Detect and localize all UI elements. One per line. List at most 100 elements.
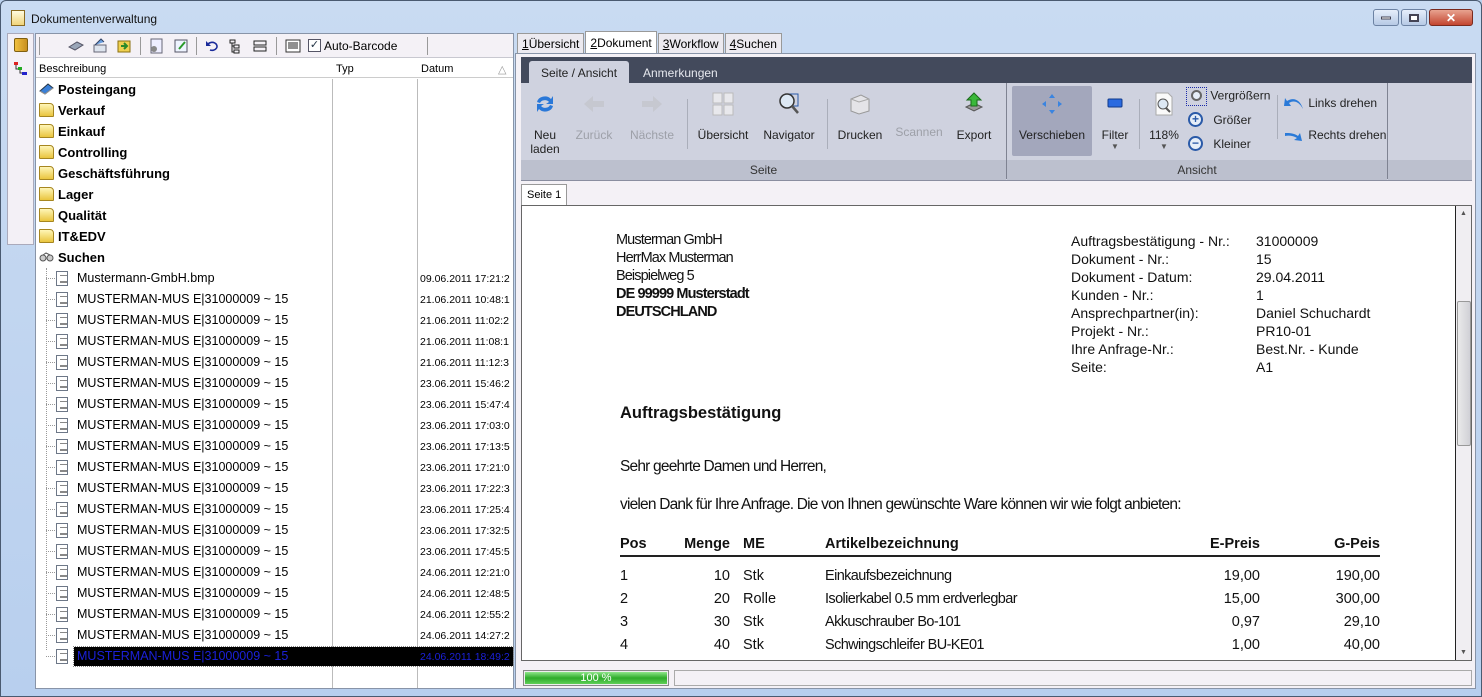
back-button[interactable]: Zurück [571, 87, 617, 142]
ribbon-tab-seite-ansicht[interactable]: Seite / Ansicht [529, 61, 630, 83]
tree-document-row[interactable]: MUSTERMAN-MUS E|31000009 ~ 15 23.06.2011 … [36, 436, 513, 457]
zoom-fit-button[interactable]: Vergrößern [1186, 87, 1270, 106]
tree-document-row[interactable]: MUSTERMAN-MUS E|31000009 ~ 15 24.06.2011 … [36, 646, 514, 667]
barcode-icon[interactable] [285, 38, 301, 54]
tree-document-row[interactable]: MUSTERMAN-MUS E|31000009 ~ 15 23.06.2011 … [36, 457, 513, 478]
page-tab-seite-1[interactable]: Seite 1 [521, 184, 568, 205]
move-button[interactable]: Verschieben [1012, 86, 1092, 156]
tab-uebersicht[interactable]: 1Übersicht [517, 33, 585, 53]
tree-collapse-icon[interactable] [252, 38, 268, 54]
folder-import-icon[interactable] [116, 38, 132, 54]
reload-button[interactable]: Neu laden [527, 87, 563, 156]
tree-document-row[interactable]: Mustermann-GmbH.bmp 09.06.2011 17:21:2 [36, 268, 513, 289]
table-cell: Stk [743, 568, 764, 584]
tree-document-row[interactable]: MUSTERMAN-MUS E|31000009 ~ 15 24.06.2011 … [36, 604, 513, 625]
exit-door-icon[interactable] [14, 38, 28, 52]
tree-document-row[interactable]: MUSTERMAN-MUS E|31000009 ~ 15 24.06.2011 … [36, 562, 513, 583]
column-header: Pos [620, 536, 647, 552]
table-cell: Stk [743, 660, 764, 661]
meta-value: 29.04.2011 [1256, 269, 1326, 285]
inbox-scanner-icon [39, 83, 54, 95]
tab-suchen[interactable]: 4Suchen [724, 33, 782, 53]
next-button[interactable]: Nächste [625, 87, 679, 142]
tree-folder-posteingang[interactable]: Posteingang [36, 79, 513, 100]
items-table-row: 3 30 Stk Akkuschrauber Bo-101 0,97 29,10 [620, 611, 1380, 634]
meta-value: 1 [1256, 287, 1264, 303]
tree-document-row[interactable]: MUSTERMAN-MUS E|31000009 ~ 15 24.06.2011 … [36, 625, 513, 646]
filter-button[interactable]: Filter ▼ [1097, 87, 1133, 151]
tree-expand-icon[interactable] [228, 38, 244, 54]
scan-document-icon[interactable] [92, 38, 108, 54]
tab-workflow[interactable]: 3Workflow [657, 33, 724, 53]
meta-key: Seite: [1071, 359, 1107, 375]
meta-key: Dokument - Datum: [1071, 269, 1193, 285]
document-icon [56, 397, 68, 412]
export-button[interactable]: Export [953, 87, 995, 142]
auto-barcode-checkbox[interactable]: ✓ [308, 39, 321, 52]
ribbon-tab-anmerkungen[interactable]: Anmerkungen [631, 61, 730, 83]
table-cell: 1,00 [1160, 660, 1260, 661]
tree-document-row[interactable]: MUSTERMAN-MUS E|31000009 ~ 15 21.06.2011 … [36, 310, 513, 331]
tree-document-row[interactable]: MUSTERMAN-MUS E|31000009 ~ 15 23.06.2011 … [36, 520, 513, 541]
zoom-out-button[interactable]: − Kleiner [1186, 135, 1251, 155]
vertical-scrollbar[interactable]: ▲ ▼ [1455, 206, 1471, 660]
rotate-left-icon [1284, 97, 1303, 109]
tree-folder-lager[interactable]: Lager [36, 184, 513, 205]
scan-button[interactable]: Scannen [893, 87, 945, 139]
tree-document-row[interactable]: MUSTERMAN-MUS E|31000009 ~ 15 23.06.2011 … [36, 373, 513, 394]
tree-structure-icon[interactable] [14, 62, 28, 76]
tree-folder-it-edv[interactable]: IT&EDV [36, 226, 513, 247]
zoom-in-icon: + [1186, 111, 1207, 131]
tree-document-row[interactable]: MUSTERMAN-MUS E|31000009 ~ 15 21.06.2011 … [36, 352, 513, 373]
edit-document-icon[interactable] [173, 38, 189, 54]
magnifier-icon [1186, 87, 1207, 106]
document-icon [56, 418, 68, 433]
document-icon [56, 502, 68, 517]
tree-document-row[interactable]: MUSTERMAN-MUS E|31000009 ~ 15 23.06.2011 … [36, 415, 513, 436]
print-button[interactable]: Drucken [835, 87, 885, 142]
document-heading: Auftragsbestätigung [620, 404, 782, 422]
document-icon [56, 271, 68, 286]
navigator-button[interactable]: Navigator [759, 87, 819, 142]
scrollbar-thumb[interactable] [1457, 301, 1471, 446]
table-cell: 30 [713, 614, 730, 630]
tree-folder-suchen[interactable]: Suchen [36, 247, 513, 268]
overview-button[interactable]: Übersicht [695, 87, 751, 142]
tree-folder-qualität[interactable]: Qualität [36, 205, 513, 226]
folder-icon [39, 145, 54, 159]
rotate-left-button[interactable]: Links drehen [1283, 96, 1377, 111]
folder-icon [39, 229, 54, 243]
tree-folder-verkauf[interactable]: Verkauf [36, 100, 513, 121]
document-viewer[interactable]: Musterman GmbH HerrMax Musterman Beispie… [521, 205, 1472, 661]
view-document-icon[interactable] [148, 38, 164, 54]
tree-document-row[interactable]: MUSTERMAN-MUS E|31000009 ~ 15 23.06.2011 … [36, 478, 513, 499]
undo-icon[interactable] [204, 38, 220, 54]
tree-folder-controlling[interactable]: Controlling [36, 142, 513, 163]
scanner-icon[interactable] [68, 38, 84, 54]
column-typ[interactable]: Typ [336, 63, 354, 75]
tree-document-row[interactable]: MUSTERMAN-MUS E|31000009 ~ 15 21.06.2011 … [36, 331, 513, 352]
minimize-button[interactable] [1373, 9, 1399, 26]
tree-folder-geschäftsführung[interactable]: Geschäftsführung [36, 163, 513, 184]
tree-folder-einkauf[interactable]: Einkauf [36, 121, 513, 142]
maximize-button[interactable] [1401, 9, 1427, 26]
tree-document-row[interactable]: MUSTERMAN-MUS E|31000009 ~ 15 23.06.2011 … [36, 541, 513, 562]
binoculars-icon [39, 252, 54, 262]
rotate-right-button[interactable]: Rechts drehen [1283, 128, 1386, 143]
zoom-in-button[interactable]: + Größer [1186, 111, 1251, 131]
group-label-seite: Seite [521, 160, 1006, 180]
ribbon-tab-bar: Seite / Ansicht Anmerkungen [521, 57, 1472, 83]
tree-document-row[interactable]: MUSTERMAN-MUS E|31000009 ~ 15 21.06.2011 … [36, 289, 513, 310]
column-beschreibung[interactable]: Beschreibung [39, 63, 106, 75]
tab-dokument[interactable]: 2Dokument [585, 31, 657, 53]
close-button[interactable]: ✕ [1429, 9, 1473, 26]
table-cell: 40 [713, 637, 730, 653]
tree-document-row[interactable]: MUSTERMAN-MUS E|31000009 ~ 15 23.06.2011 … [36, 394, 513, 415]
tree-document-row[interactable]: MUSTERMAN-MUS E|31000009 ~ 15 23.06.2011 … [36, 499, 513, 520]
column-datum[interactable]: Datum [421, 63, 453, 75]
tree-document-row[interactable]: MUSTERMAN-MUS E|31000009 ~ 15 24.06.2011 … [36, 583, 513, 604]
zoom-level-button[interactable]: 118% ▼ [1146, 87, 1182, 151]
meta-key: Ihre Anfrage-Nr.: [1071, 341, 1174, 357]
intro-text: vielen Dank für Ihre Anfrage. Die von Ih… [620, 496, 1182, 513]
meta-value: A1 [1256, 359, 1274, 375]
